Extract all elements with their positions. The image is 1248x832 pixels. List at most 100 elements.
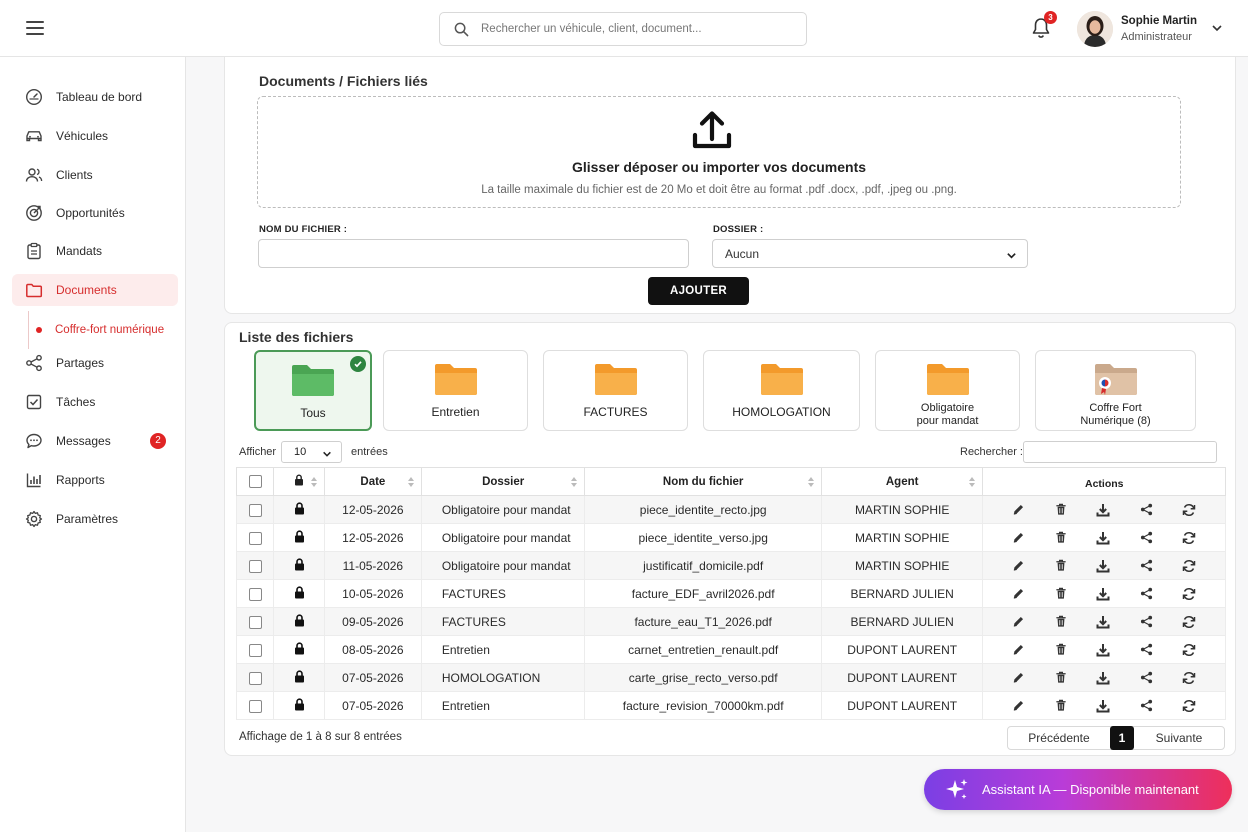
row-checkbox[interactable]	[248, 587, 262, 601]
share-icon[interactable]	[1140, 587, 1153, 600]
share-icon[interactable]	[1140, 503, 1153, 516]
trash-icon[interactable]	[1055, 503, 1067, 516]
sidebar-item-label: Rapports	[56, 473, 105, 487]
trash-icon[interactable]	[1055, 531, 1067, 544]
notifications-button[interactable]: 3	[1031, 11, 1057, 39]
refresh-icon[interactable]	[1182, 671, 1196, 685]
edit-icon[interactable]	[1012, 531, 1025, 544]
trash-icon[interactable]	[1055, 671, 1067, 684]
sidebar-item-documents[interactable]: Documents	[12, 274, 178, 306]
target-icon	[26, 205, 42, 221]
sidebar-item-mandates[interactable]: Mandats	[12, 235, 178, 267]
date-column-header[interactable]: Date	[323, 467, 422, 496]
row-checkbox[interactable]	[248, 531, 262, 545]
row-checkbox[interactable]	[248, 615, 262, 629]
edit-icon[interactable]	[1012, 699, 1025, 712]
trash-icon[interactable]	[1055, 643, 1067, 656]
folder-filter-maintenance[interactable]: Entretien	[383, 350, 528, 431]
refresh-icon[interactable]	[1182, 615, 1196, 629]
select-all-checkbox[interactable]	[248, 475, 262, 488]
edit-icon[interactable]	[1012, 587, 1025, 600]
edit-icon[interactable]	[1012, 503, 1025, 516]
share-icon[interactable]	[1140, 643, 1153, 656]
agent-cell: MARTIN SOPHIE	[820, 523, 984, 552]
dropzone[interactable]: Glisser déposer ou importer vos document…	[257, 96, 1181, 208]
filename-input[interactable]	[258, 239, 689, 268]
sidebar-item-vehicles[interactable]: Véhicules	[12, 120, 178, 152]
filename-cell: carte_grise_recto_verso.pdf	[584, 663, 822, 692]
refresh-icon[interactable]	[1182, 643, 1196, 657]
folder-select[interactable]: Aucun	[712, 239, 1028, 268]
trash-icon[interactable]	[1055, 615, 1067, 628]
lock-column-header[interactable]	[273, 467, 325, 496]
refresh-icon[interactable]	[1182, 531, 1196, 545]
row-checkbox[interactable]	[248, 643, 262, 657]
download-icon[interactable]	[1096, 643, 1110, 657]
search-input[interactable]	[481, 23, 781, 35]
download-icon[interactable]	[1096, 671, 1110, 685]
edit-icon[interactable]	[1012, 559, 1025, 572]
download-icon[interactable]	[1096, 559, 1110, 573]
previous-page-button[interactable]: Précédente	[1008, 731, 1110, 745]
refresh-icon[interactable]	[1182, 587, 1196, 601]
table-row[interactable]: 09-05-2026 FACTURES facture_eau_T1_2026.pd…	[235, 607, 1226, 636]
folder-column-header[interactable]: Dossier	[420, 467, 586, 496]
entries-select[interactable]: 10	[281, 441, 342, 463]
sidebar-item-tasks[interactable]: Tâches	[12, 386, 178, 418]
table-row[interactable]: 12-05-2026 Obligatoire pour mandat piece_i…	[235, 523, 1226, 552]
global-search[interactable]	[439, 12, 807, 46]
edit-icon[interactable]	[1012, 671, 1025, 684]
share-icon[interactable]	[1140, 671, 1153, 684]
sidebar-item-label: Messages	[56, 434, 111, 448]
share-icon[interactable]	[1140, 531, 1153, 544]
table-row[interactable]: 08-05-2026 Entretien carnet_entretien_rena…	[235, 635, 1226, 664]
add-button[interactable]: AJOUTER	[648, 277, 749, 305]
sidebar-item-reports[interactable]: Rapports	[12, 464, 178, 496]
download-icon[interactable]	[1096, 531, 1110, 545]
sidebar-item-settings[interactable]: Paramètres	[12, 503, 178, 535]
page-1-button[interactable]: 1	[1110, 726, 1134, 750]
folder-filter-all[interactable]: Tous	[254, 350, 372, 431]
folder-filter-mandatory[interactable]: Obligatoire pour mandat	[875, 350, 1020, 431]
row-checkbox[interactable]	[248, 671, 262, 685]
share-icon[interactable]	[1140, 559, 1153, 572]
edit-icon[interactable]	[1012, 643, 1025, 656]
sidebar-item-clients[interactable]: Clients	[12, 159, 178, 191]
folder-filter-homologation[interactable]: HOMOLOGATION	[703, 350, 860, 431]
table-row[interactable]: 12-05-2026 Obligatoire pour mandat piece_i…	[235, 495, 1226, 524]
sidebar-item-dashboard[interactable]: Tableau de bord	[12, 81, 178, 113]
folder-filter-digital-safe[interactable]: Coffre Fort Numérique (8)	[1035, 350, 1196, 431]
sidebar-item-opportunities[interactable]: Opportunités	[12, 197, 178, 229]
user-menu[interactable]: Sophie Martin Administrateur	[1077, 11, 1227, 47]
sidebar-subitem-digital-safe[interactable]: Coffre-fort numérique	[28, 311, 180, 349]
refresh-icon[interactable]	[1182, 699, 1196, 713]
share-icon[interactable]	[1140, 615, 1153, 628]
row-checkbox[interactable]	[248, 503, 262, 517]
menu-icon[interactable]	[26, 21, 44, 35]
table-row[interactable]: 11-05-2026 Obligatoire pour mandat justifi…	[235, 551, 1226, 580]
sidebar-item-messages[interactable]: Messages 2	[12, 425, 178, 457]
trash-icon[interactable]	[1055, 559, 1067, 572]
row-checkbox[interactable]	[248, 559, 262, 573]
edit-icon[interactable]	[1012, 615, 1025, 628]
folder-filter-invoices[interactable]: FACTURES	[543, 350, 688, 431]
filename-column-header[interactable]: Nom du fichier	[584, 467, 822, 496]
table-search-input[interactable]	[1023, 441, 1217, 463]
download-icon[interactable]	[1096, 587, 1110, 601]
sidebar-item-shares[interactable]: Partages	[12, 347, 178, 379]
download-icon[interactable]	[1096, 615, 1110, 629]
refresh-icon[interactable]	[1182, 559, 1196, 573]
download-icon[interactable]	[1096, 699, 1110, 713]
table-row[interactable]: 07-05-2026 Entretien facture_revision_7000…	[235, 691, 1226, 720]
table-row[interactable]: 10-05-2026 FACTURES facture_EDF_avril2026.…	[235, 579, 1226, 608]
ai-assistant-button[interactable]: Assistant IA — Disponible maintenant	[924, 769, 1232, 810]
next-page-button[interactable]: Suivante	[1134, 731, 1224, 745]
trash-icon[interactable]	[1055, 587, 1067, 600]
refresh-icon[interactable]	[1182, 503, 1196, 517]
row-checkbox[interactable]	[248, 699, 262, 713]
table-row[interactable]: 07-05-2026 HOMOLOGATION carte_grise_recto_…	[235, 663, 1226, 692]
share-icon[interactable]	[1140, 699, 1153, 712]
agent-column-header[interactable]: Agent	[820, 467, 984, 496]
trash-icon[interactable]	[1055, 699, 1067, 712]
download-icon[interactable]	[1096, 503, 1110, 517]
